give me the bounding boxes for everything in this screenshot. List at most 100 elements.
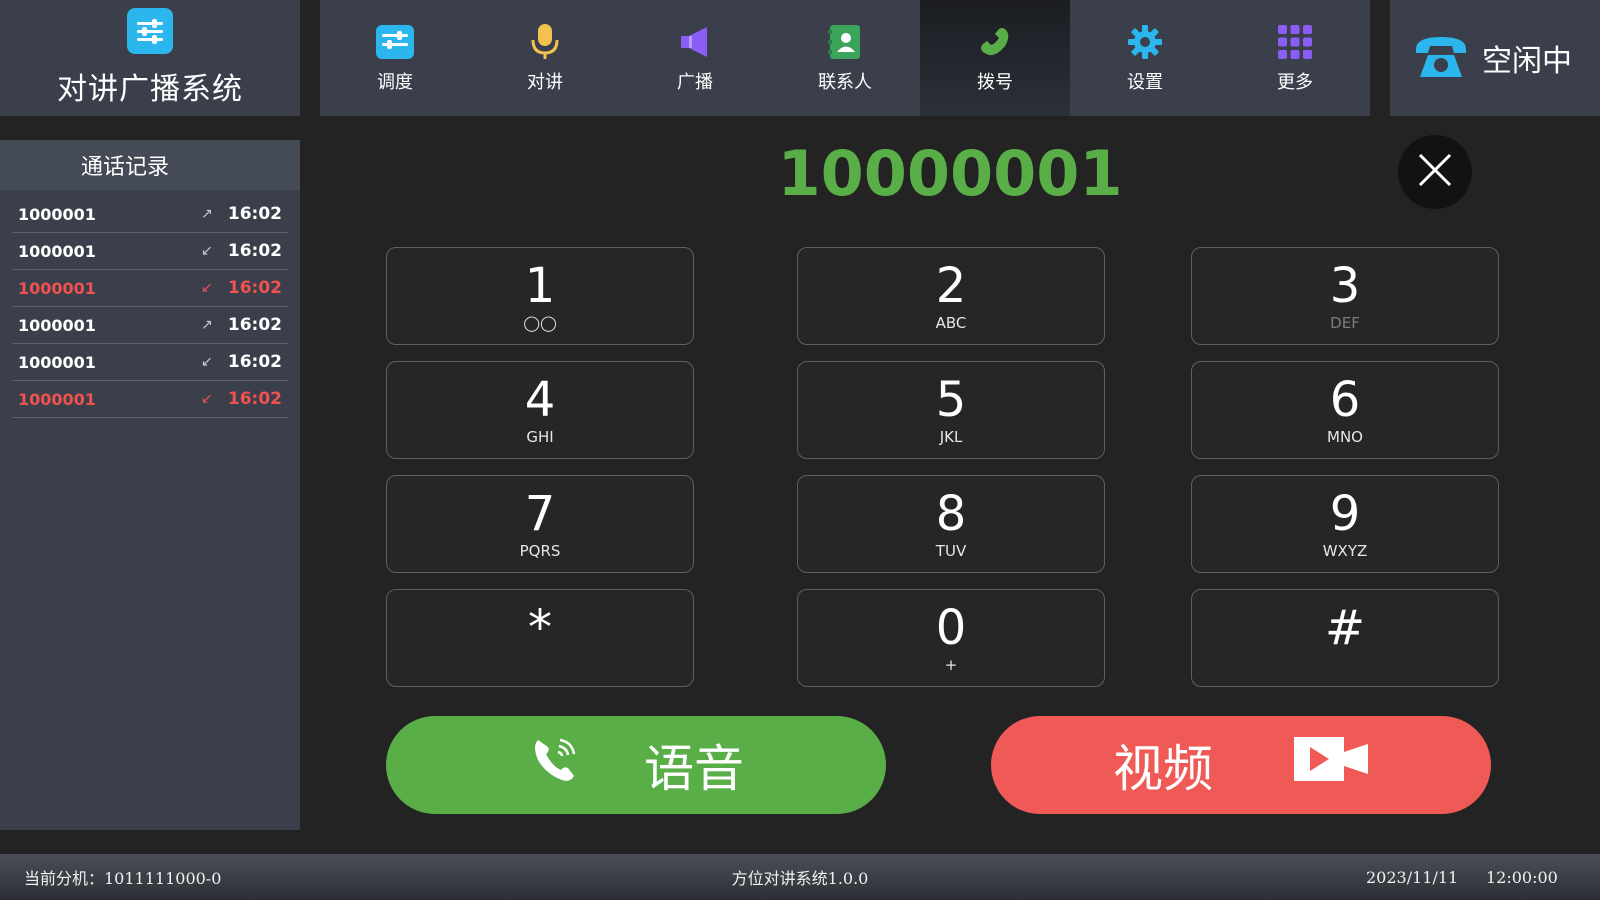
call-log-number: 1000001 [18,389,96,409]
incoming-arrow-icon: ↙ [201,391,213,407]
key-letters: ◯◯ [523,314,557,332]
call-log-row[interactable]: 1000001 ↗ 16:02 [12,307,288,344]
key-digit: 7 [524,486,556,542]
video-call-label: 视频 [1113,740,1213,798]
key-letters: + [944,656,958,674]
nav-tab-label: 设置 [1127,72,1163,93]
key-digit: 3 [1329,258,1361,314]
nav-tab-dial[interactable]: 拨号 [920,0,1070,116]
nav-tab-label: 更多 [1277,72,1313,93]
call-log-number: 1000001 [18,241,96,261]
keypad-key[interactable]: 4 GHI [386,361,694,459]
current-time: 12:00:00 [1486,867,1558,887]
call-log-list: 1000001 ↗ 16:02 1000001 ↙ 16:02 1000001 ↙ 16:02 1… [0,196,300,418]
video-call-button[interactable]: 视频 [991,716,1491,814]
nav-tab-label: 广播 [677,72,713,93]
call-log-time: 16:02 [227,389,282,409]
call-log-time: 16:02 [227,278,282,298]
keypad-key[interactable]: # [1191,589,1499,687]
key-letters: DEF [1330,314,1360,332]
telephone-icon [1414,33,1468,83]
key-digit: # [1324,600,1366,656]
app-title: 对讲广播系统 [57,72,243,107]
keypad-key[interactable]: 0 + [797,589,1105,687]
close-icon [1417,152,1453,192]
nav-tab-more[interactable]: 更多 [1220,0,1370,116]
nav-tab-dispatch[interactable]: 调度 [320,0,470,116]
gear-icon [1125,22,1165,62]
sliders-icon [127,8,173,54]
key-digit: * [528,600,552,656]
nav-tab-label: 联系人 [818,72,872,93]
keypad-key[interactable]: * [386,589,694,687]
line-status: 空闲中 [1390,0,1600,116]
grid-icon [1275,22,1315,62]
incoming-arrow-icon: ↙ [201,354,213,370]
keypad-key[interactable]: 7 PQRS [386,475,694,573]
call-log-row[interactable]: 1000001 ↙ 16:02 [12,270,288,307]
call-log-number: 1000001 [18,278,96,298]
call-log-panel: 通话记录 1000001 ↗ 16:02 1000001 ↙ 16:02 1000001 ↙ 1… [0,140,300,830]
key-letters: PQRS [519,542,561,560]
incoming-arrow-icon: ↙ [201,280,213,296]
call-log-number: 1000001 [18,352,96,372]
outgoing-arrow-icon: ↗ [201,317,213,333]
key-digit: 4 [524,372,556,428]
call-log-row[interactable]: 1000001 ↙ 16:02 [12,233,288,270]
voice-call-label: 语音 [644,740,744,798]
keypad-key[interactable]: 6 MNO [1191,361,1499,459]
nav-tab-broadcast[interactable]: 广播 [620,0,770,116]
call-log-time: 16:02 [227,352,282,372]
key-digit: 6 [1329,372,1361,428]
contacts-icon [825,22,865,62]
microphone-icon [525,22,565,62]
speaker-icon [675,22,715,62]
key-digit: 5 [935,372,967,428]
clear-button[interactable] [1398,135,1472,209]
key-digit: 0 [935,600,967,656]
phone-handset-icon [975,22,1015,62]
outgoing-arrow-icon: ↗ [201,206,213,222]
nav-tab-label: 调度 [377,72,413,93]
nav-tab-label: 对讲 [527,72,563,93]
nav-tab-settings[interactable]: 设置 [1070,0,1220,116]
status-label: 空闲中 [1482,44,1572,79]
key-letters: GHI [526,428,554,446]
call-log-row[interactable]: 1000001 ↙ 16:02 [12,381,288,418]
keypad-key[interactable]: 8 TUV [797,475,1105,573]
nav-tab-label: 拨号 [977,72,1013,93]
dialed-number: 10000001 [777,137,1123,210]
key-letters: WXYZ [1322,542,1368,560]
keypad-key[interactable]: 5 JKL [797,361,1105,459]
call-log-number: 1000001 [18,204,96,224]
nav-tab-intercom[interactable]: 对讲 [470,0,620,116]
key-letters: MNO [1327,428,1363,446]
call-log-row[interactable]: 1000001 ↗ 16:02 [12,196,288,233]
call-log-title: 通话记录 [0,140,300,190]
keypad-key[interactable]: 1 ◯◯ [386,247,694,345]
status-bar: 当前分机：1011111000-0 方位对讲系统1.0.0 2023/11/11… [0,854,1600,900]
call-log-number: 1000001 [18,315,96,335]
video-camera-icon [1293,736,1369,794]
voice-call-button[interactable]: 语音 [386,716,886,814]
key-letters: TUV [935,542,967,560]
sliders-icon [375,22,415,62]
key-letters: JKL [939,428,963,446]
key-digit: 9 [1329,486,1361,542]
current-date: 2023/11/11 [1366,867,1459,887]
key-digit: 1 [524,258,556,314]
nav-tab-contacts[interactable]: 联系人 [770,0,920,116]
key-letters: ABC [935,314,967,332]
keypad-key[interactable]: 2 ABC [797,247,1105,345]
main-nav: 调度 对讲 广播 联系人 拨号 设置 更多 [320,0,1370,116]
call-log-row[interactable]: 1000001 ↙ 16:02 [12,344,288,381]
call-log-time: 16:02 [227,241,282,261]
incoming-arrow-icon: ↙ [201,243,213,259]
key-digit: 2 [935,258,967,314]
call-log-time: 16:02 [227,204,282,224]
key-digit: 8 [935,486,967,542]
call-log-time: 16:02 [227,315,282,335]
keypad-key[interactable]: 3 DEF [1191,247,1499,345]
keypad-key[interactable]: 9 WXYZ [1191,475,1499,573]
phone-call-icon [528,732,582,798]
